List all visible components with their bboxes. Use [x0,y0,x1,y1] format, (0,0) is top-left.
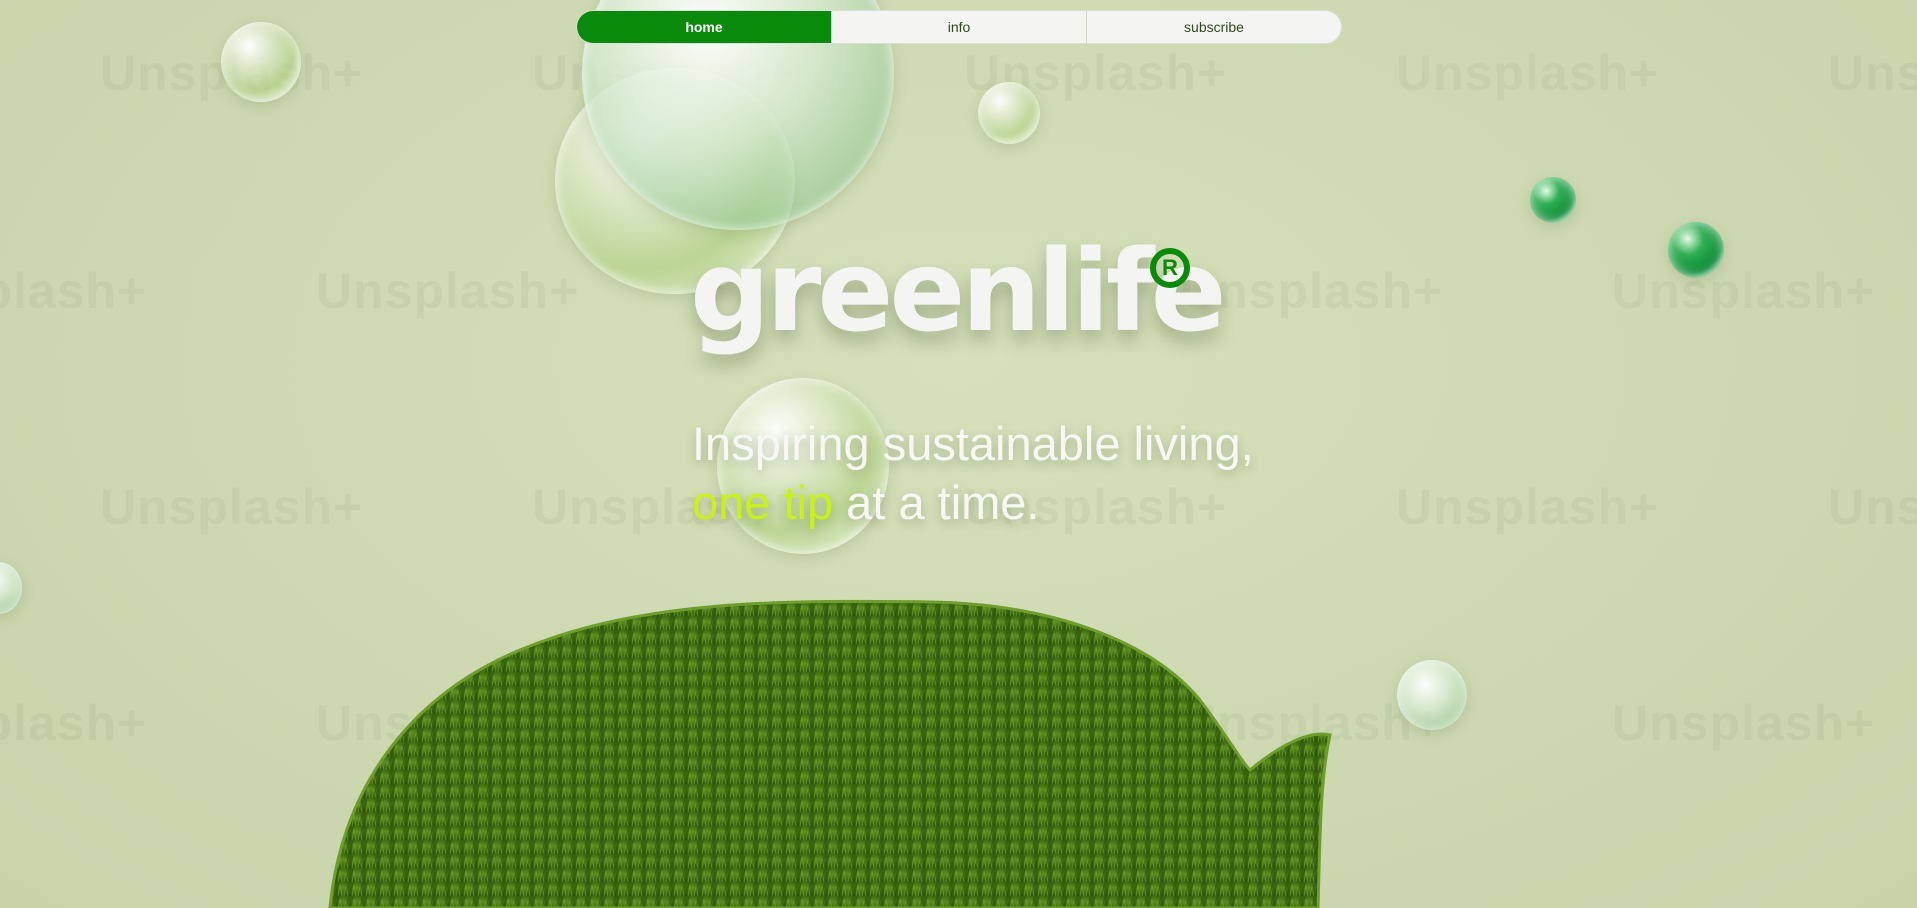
bubble-decoration [1397,660,1467,730]
bubble-decoration [221,22,301,102]
watermark: Unsplash+ [1396,45,1660,101]
bubble-decoration [1530,177,1576,223]
watermark: Unsplash+ [0,263,148,319]
watermark: Unsplash+ [1396,479,1660,535]
watermark: Unsplash+ [316,263,580,319]
nav-home[interactable]: home [577,11,831,43]
watermark: Unsplash+ [100,479,364,535]
tagline-line-2-rest: at a time. [833,476,1040,529]
bubble-decoration [0,562,22,614]
nav-subscribe[interactable]: subscribe [1086,11,1341,43]
watermark: Unsplash+ [0,695,148,751]
tagline-highlight: one tip [692,476,834,529]
watermark: Unsplash+ [1828,45,1917,101]
tagline-line-2: one tip at a time. [692,473,1254,532]
watermark: Unsplash+ [1612,695,1876,751]
brand-title: greenlife [690,227,1227,357]
nav-info[interactable]: info [831,11,1086,43]
bubble-decoration [978,82,1040,144]
main-nav: home info subscribe [576,10,1342,44]
tagline-line-1: Inspiring sustainable living, [692,417,1254,470]
watermark: Unsplash+ [316,695,580,751]
registered-mark-icon: R [1150,248,1190,288]
watermark: Unsplash+ [1828,479,1917,535]
bubble-decoration [1668,222,1724,278]
watermark: Unsplash+ [1612,263,1876,319]
tagline: Inspiring sustainable living, one tip at… [692,414,1254,532]
